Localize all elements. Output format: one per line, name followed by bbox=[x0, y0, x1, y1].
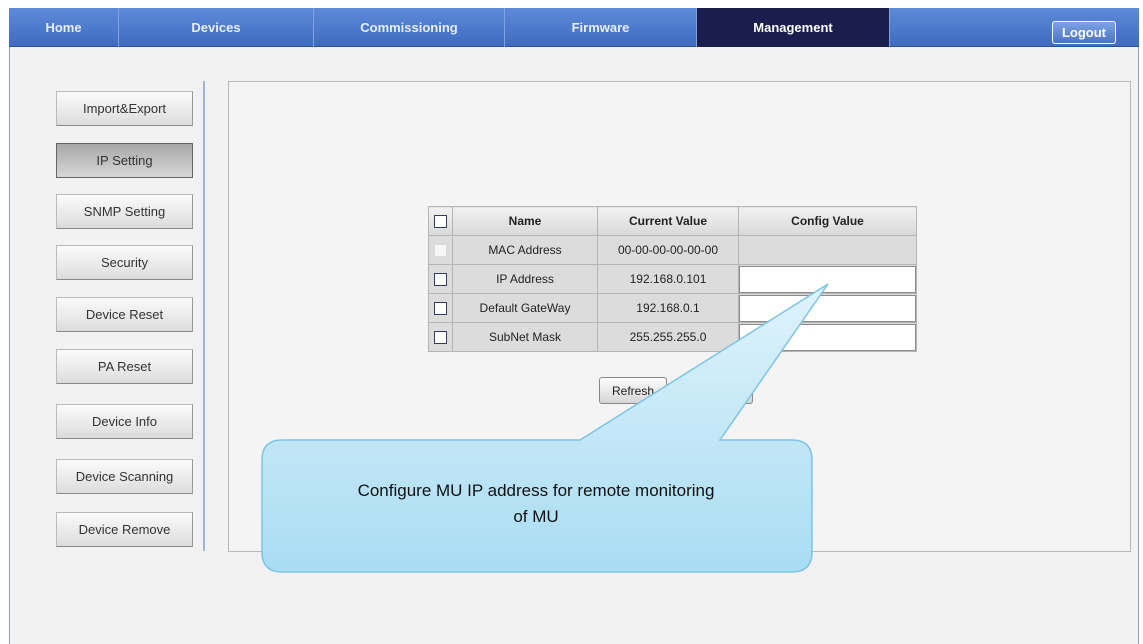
callout-text: Configure MU IP address for remote monit… bbox=[262, 478, 810, 530]
callout-line-1: Configure MU IP address for remote monit… bbox=[357, 481, 715, 500]
callout-line-2: of MU bbox=[513, 507, 559, 526]
annotation-callout bbox=[261, 283, 829, 573]
